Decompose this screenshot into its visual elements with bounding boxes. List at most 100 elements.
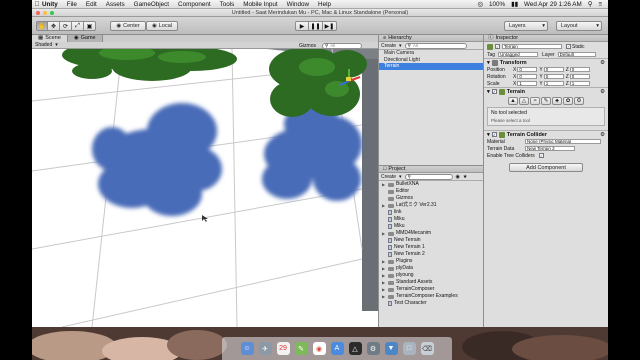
project-item[interactable]: ▶ Standard Assets xyxy=(379,279,483,286)
launchpad-icon[interactable]: ✈ xyxy=(258,342,272,355)
axis-field-y[interactable]: 0 xyxy=(543,74,564,79)
layer-dropdown[interactable]: Default xyxy=(557,52,596,57)
project-item[interactable]: Editor xyxy=(379,188,483,195)
notes-icon[interactable]: ✎ xyxy=(294,342,308,355)
scene-search-input[interactable]: ⚲ All xyxy=(322,42,362,49)
menu-component[interactable]: Component xyxy=(178,1,211,8)
project-item[interactable]: ▶ plyoung xyxy=(379,272,483,279)
terrain-component-header[interactable]: ▾ ✓ Terrain ⚙ xyxy=(484,87,608,95)
layers-dropdown[interactable]: Layers ▾ xyxy=(504,21,548,31)
battery-icon[interactable]: ▮▮ xyxy=(511,1,518,8)
place-trees-icon[interactable]: ♣ xyxy=(552,97,562,105)
hand-tool-icon[interactable]: ✋ xyxy=(36,21,48,31)
object-active-checkbox[interactable]: ✓ xyxy=(495,44,500,49)
gear-icon[interactable]: ⚙ xyxy=(600,132,605,138)
project-item[interactable]: Test Character xyxy=(379,300,483,307)
move-tool-icon[interactable]: ✥ xyxy=(48,21,60,31)
paint-details-icon[interactable]: ✿ xyxy=(563,97,573,105)
documents-icon[interactable]: □ xyxy=(402,342,416,355)
chevron-right-icon[interactable]: ▶ xyxy=(382,272,386,279)
finder-icon[interactable]: ☺ xyxy=(240,342,254,355)
axis-field-y[interactable]: 1 xyxy=(543,81,564,86)
hierarchy-search-input[interactable]: ⚲ All xyxy=(404,42,467,49)
wifi-icon[interactable]: ◎ xyxy=(478,1,484,8)
terrain-enabled-checkbox[interactable]: ✓ xyxy=(491,89,497,94)
project-item[interactable]: ▶ Plugins xyxy=(379,258,483,265)
object-name-field[interactable]: Terrain xyxy=(502,44,562,49)
tree-colliders-checkbox[interactable]: ✓ xyxy=(539,153,544,158)
terrain-collider-header[interactable]: ▾ ✓ Terrain Collider ⚙ xyxy=(484,130,608,138)
project-item[interactable]: ▶ BulletXNA xyxy=(379,181,483,188)
transform-header[interactable]: ▾ Transform ⚙ xyxy=(484,58,608,66)
add-component-button[interactable]: Add Component xyxy=(509,163,583,172)
static-checkbox[interactable]: ✓ xyxy=(566,44,571,49)
project-item[interactable]: ▶ plyData xyxy=(379,265,483,272)
terrain-data-field[interactable]: New Terrain 2 xyxy=(525,146,575,151)
gear-icon[interactable]: ⚙ xyxy=(600,60,605,66)
play-icon[interactable]: ▶ xyxy=(295,21,309,31)
pause-icon[interactable]: ❚❚ xyxy=(309,21,323,31)
menu-window[interactable]: Window xyxy=(287,1,309,8)
axis-field-y[interactable]: 0 xyxy=(543,67,564,72)
spotlight-icon[interactable]: ⚲ xyxy=(588,1,593,8)
chevron-right-icon[interactable]: ▶ xyxy=(382,293,386,300)
project-item[interactable]: New Terrain 1 xyxy=(379,244,483,251)
project-item[interactable]: ▶ TerrainComposer xyxy=(379,286,483,293)
project-item[interactable]: link xyxy=(379,209,483,216)
unity-icon[interactable]: △ xyxy=(348,342,362,355)
chrome-icon[interactable]: ◉ xyxy=(312,342,326,355)
paint-texture-icon[interactable]: ✎ xyxy=(541,97,551,105)
preferences-icon[interactable]: ⚙ xyxy=(366,342,380,355)
zoom-button[interactable] xyxy=(50,11,54,15)
menu-app-name[interactable]: Unity xyxy=(42,1,58,8)
rotate-tool-icon[interactable]: ⟳ xyxy=(60,21,72,31)
menu-mobile-input[interactable]: Mobile Input xyxy=(243,1,277,8)
chevron-right-icon[interactable]: ▶ xyxy=(382,202,386,209)
project-search-input[interactable]: ⚲ xyxy=(404,173,453,180)
pivot-center-button[interactable]: ◉ Center xyxy=(110,21,146,31)
minimize-button[interactable] xyxy=(43,11,47,15)
layout-dropdown[interactable]: Layout ▾ xyxy=(556,21,602,31)
clock[interactable]: Wed Apr 29 1:26 AM xyxy=(524,1,582,8)
scene-viewport[interactable] xyxy=(32,49,378,327)
project-item[interactable]: ▶ MMD4Mecanim xyxy=(379,230,483,237)
trash-icon[interactable]: ⌫ xyxy=(420,342,434,355)
chevron-right-icon[interactable]: ▶ xyxy=(382,181,386,188)
collider-enabled-checkbox[interactable]: ✓ xyxy=(491,132,497,137)
step-icon[interactable]: ▶❚ xyxy=(323,21,337,31)
axis-field-x[interactable]: 0 xyxy=(517,67,538,72)
hierarchy-create-button[interactable]: Create xyxy=(381,43,396,49)
menu-file[interactable]: File xyxy=(67,1,77,8)
material-field[interactable]: None (Physic Material xyxy=(525,139,601,144)
raise-terrain-icon[interactable]: ▲ xyxy=(508,97,518,105)
chevron-right-icon[interactable]: ▶ xyxy=(382,265,386,272)
hierarchy-item-terrain[interactable]: Terrain xyxy=(379,63,483,70)
star-icon[interactable]: ★ xyxy=(463,174,467,180)
paint-height-icon[interactable]: △ xyxy=(519,97,529,105)
axis-field-z[interactable]: 1 xyxy=(569,81,590,86)
downloads-folder-icon[interactable]: ▼ xyxy=(384,342,398,355)
menu-assets[interactable]: Assets xyxy=(106,1,125,8)
shading-mode-dropdown[interactable]: Shaded xyxy=(35,42,52,48)
notification-icon[interactable]: ≡ xyxy=(598,1,602,8)
chevron-right-icon[interactable]: ▶ xyxy=(382,279,386,286)
menu-edit[interactable]: Edit xyxy=(86,1,97,8)
chevron-right-icon[interactable]: ▶ xyxy=(382,230,386,237)
project-item[interactable]: New Terrain 2 xyxy=(379,251,483,258)
smooth-height-icon[interactable]: ≈ xyxy=(530,97,540,105)
gear-icon[interactable]: ⚙ xyxy=(600,89,605,95)
project-create-button[interactable]: Create xyxy=(381,174,396,180)
project-item[interactable]: Miku xyxy=(379,223,483,230)
project-item[interactable]: ▶ TerrainComposer Examples xyxy=(379,293,483,300)
calendar-icon[interactable]: 29 xyxy=(276,342,290,355)
tab-scene[interactable]: ▦ Scene xyxy=(32,35,68,42)
menu-gameobject[interactable]: GameObject xyxy=(134,1,169,8)
axis-field-x[interactable]: 0 xyxy=(517,74,538,79)
battery-label[interactable]: 100% xyxy=(489,1,505,8)
axis-field-x[interactable]: 1 xyxy=(517,81,538,86)
close-button[interactable] xyxy=(36,11,40,15)
axis-field-z[interactable]: 0 xyxy=(569,67,590,72)
scale-tool-icon[interactable]: ⤢ xyxy=(72,21,84,31)
menu-tools[interactable]: Tools xyxy=(220,1,235,8)
chevron-right-icon[interactable]: ▶ xyxy=(382,258,386,265)
